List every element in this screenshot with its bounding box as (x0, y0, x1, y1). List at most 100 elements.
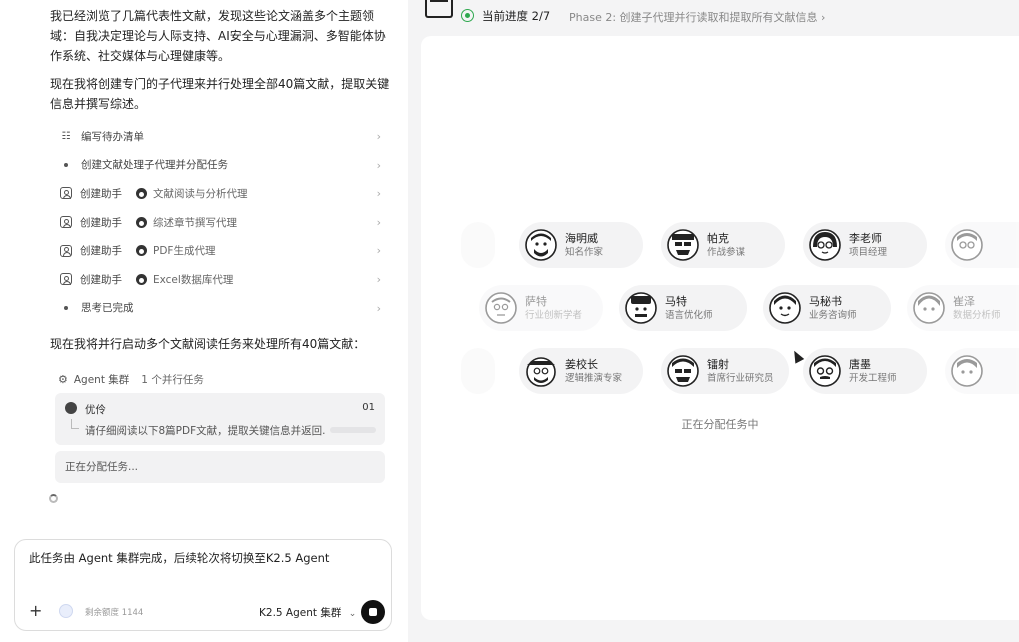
agent-avatar-icon (65, 402, 77, 414)
agent-avatar-icon (951, 229, 983, 261)
agent-avatar-icon (769, 292, 801, 324)
agent-avatar-icon (951, 355, 983, 387)
agent-avatar-icon (667, 355, 699, 387)
assistant-message-2: 现在我将创建专门的子代理来并行处理全部40篇文献，提取关键信息并撰写综述。 (50, 77, 390, 111)
agent-card[interactable]: 唐墨 开发工程师 (803, 348, 927, 394)
assistant-message-1: 我已经浏览了几篇代表性文献，发现这些论文涵盖多个主题领域：自我决定理论与人际支持… (50, 9, 386, 63)
computer-icon (425, 0, 453, 18)
step-create-assistant-4[interactable]: 创建助手 Excel数据库代理 › (50, 265, 395, 294)
step-label: 思考已完成 (81, 302, 134, 315)
phase-label: Phase 2: 创建子代理并行读取和提取所有文献信息 (569, 11, 818, 24)
agent-avatar-icon (913, 292, 945, 324)
step-create-assistant-3[interactable]: 创建助手 PDF生成代理 › (50, 236, 395, 265)
task-progress-placeholder (330, 427, 376, 433)
agent-card-faded (461, 348, 495, 394)
agent-name: 海明威 (565, 231, 598, 245)
person-icon (60, 187, 72, 200)
step-label: 创建助手 (80, 187, 122, 200)
parallel-count: 1 个并行任务 (141, 373, 204, 386)
assigning-status-text: 正在分配任务中 (681, 418, 759, 431)
agent-card[interactable]: 海明威 知名作家 (519, 222, 643, 268)
agent-avatar-icon (136, 216, 147, 228)
agent-swarm-card: ⚙ Agent 集群 1 个并行任务 优伶 01 请仔细阅读以下8篇PDF文献，… (50, 365, 388, 483)
bullet-icon (64, 162, 68, 167)
agent-name: 镭射 (707, 357, 729, 371)
agent-role: 业务咨询师 (809, 309, 857, 321)
chevron-right-icon: › (376, 158, 381, 172)
agent-avatar-icon (136, 187, 147, 199)
chevron-right-icon: › (376, 244, 381, 258)
step-label: 创建助手 (80, 273, 122, 286)
agent-name: 帕克 (707, 231, 729, 245)
agent-avatar-icon (136, 273, 147, 285)
agent-avatar-icon (525, 355, 557, 387)
agent-avatar-icon (485, 292, 517, 324)
agent-avatar-icon (625, 292, 657, 324)
agent-card[interactable]: 萨特 行业创新学者 (479, 285, 603, 331)
agent-role: 逻辑推演专家 (565, 372, 623, 384)
agent-name: 马特 (665, 294, 687, 308)
swarm-header[interactable]: ⚙ Agent 集群 1 个并行任务 (50, 365, 388, 393)
task-agent-name: 优伶 (85, 404, 106, 416)
agent-name: Excel数据库代理 (153, 273, 234, 286)
agent-role: 行业创新学者 (525, 309, 583, 321)
agent-card[interactable]: 马秘书 业务咨询师 (763, 285, 891, 331)
composer: 此任务由 Agent 集群完成，后续轮次将切换至K2.5 Agent + 剩余额… (14, 539, 392, 631)
assigning-status: 正在分配任务... (55, 451, 385, 483)
stop-button[interactable] (361, 600, 385, 624)
agent-name: 唐墨 (849, 357, 871, 371)
phase-link[interactable]: Phase 2: 创建子代理并行读取和提取所有文献信息 › (569, 9, 825, 25)
agent-card[interactable]: 帕克 作战参谋 (661, 222, 785, 268)
agent-card-faded (945, 348, 1019, 394)
agent-role: 语言优化师 (665, 309, 713, 321)
chevron-down-icon: ⌄ (348, 609, 357, 619)
agent-name: 综述章节撰写代理 (153, 216, 237, 229)
task-description: 请仔细阅读以下8篇PDF文献，提取关键信息并返回... (85, 425, 325, 437)
bullet-icon (64, 305, 68, 310)
agent-name: 马秘书 (809, 294, 842, 308)
step-label: 创建文献处理子代理并分配任务 (81, 159, 228, 172)
progress-label: 当前进度 2/7 (482, 9, 551, 23)
agent-card[interactable]: 崔泽 数据分析师 (907, 285, 1019, 331)
agent-card[interactable]: 镭射 首席行业研究员 (661, 348, 789, 394)
agent-name: 姜校长 (565, 357, 598, 371)
chat-panel: 我已经浏览了几篇代表性文献，发现这些论文涵盖多个主题领域：自我决定理论与人际支持… (0, 0, 408, 642)
agent-avatar-icon (136, 245, 147, 257)
agent-card[interactable]: 李老师 项目经理 (803, 222, 927, 268)
agent-role: 项目经理 (849, 246, 888, 258)
step-create-agents[interactable]: 创建文献处理子代理并分配任务 › (50, 151, 395, 180)
step-todo[interactable]: ☷ 编写待办清单 › (50, 122, 395, 151)
add-attachment-button[interactable]: + (29, 603, 42, 619)
step-create-assistant-2[interactable]: 创建助手 综述章节撰写代理 › (50, 208, 395, 237)
chevron-right-icon: › (376, 130, 381, 143)
agent-name: 文献阅读与分析代理 (153, 187, 248, 200)
person-icon (60, 244, 72, 257)
step-label: 创建助手 (80, 216, 122, 229)
step-label: 创建助手 (80, 245, 122, 258)
agent-name: PDF生成代理 (153, 245, 216, 258)
loading-spinner-icon (49, 494, 58, 503)
swarm-icon: ⚙ (58, 372, 68, 386)
agent-avatar-icon (667, 229, 699, 261)
agent-role: 开发工程师 (849, 372, 897, 384)
step-label: 编写待办清单 (81, 130, 144, 143)
branch-line-icon (71, 419, 79, 429)
step-list: ☷ 编写待办清单 › 创建文献处理子代理并分配任务 › 创建助手 文献阅读与分析… (50, 122, 395, 322)
step-create-assistant-1[interactable]: 创建助手 文献阅读与分析代理 › (50, 179, 395, 208)
agent-role: 首席行业研究员 (707, 372, 774, 384)
person-icon (60, 216, 72, 229)
chevron-right-icon: › (376, 301, 381, 315)
agent-name: 崔泽 (953, 294, 975, 308)
assistant-message-3: 现在我将并行启动多个文献阅读任务来处理所有40篇文献： (50, 337, 366, 351)
stop-icon (369, 608, 377, 616)
person-icon (60, 273, 72, 286)
model-selector[interactable]: K2.5 Agent 集群 ⌄ (259, 605, 356, 620)
agent-name: 李老师 (849, 231, 882, 245)
agent-card-faded (461, 222, 495, 268)
step-thinking-done[interactable]: 思考已完成 › (50, 294, 395, 323)
checklist-icon: ☷ (61, 130, 71, 142)
agent-avatar-icon (809, 229, 841, 261)
agent-card[interactable]: 马特 语言优化师 (619, 285, 747, 331)
task-item[interactable]: 优伶 01 请仔细阅读以下8篇PDF文献，提取关键信息并返回... (55, 393, 385, 445)
agent-card[interactable]: 姜校长 逻辑推演专家 (519, 348, 643, 394)
